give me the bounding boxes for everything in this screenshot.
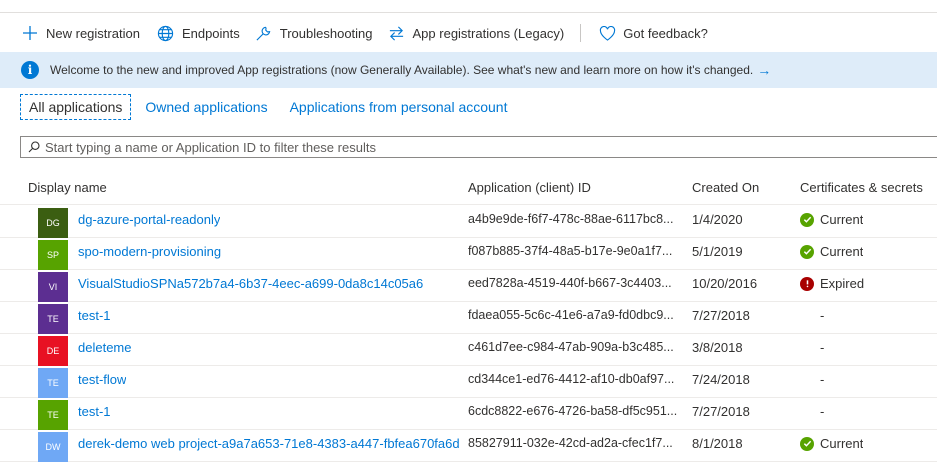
- filter-box: [20, 136, 937, 158]
- app-name-link[interactable]: derek-demo web project-a9a7a653-71e8-438…: [78, 436, 460, 451]
- new-registration-button[interactable]: New registration: [20, 16, 140, 50]
- cert-status-label: Current: [820, 212, 864, 227]
- app-name-link[interactable]: test-flow: [78, 372, 126, 387]
- app-avatar: SP: [38, 240, 68, 270]
- app-avatar: DG: [38, 208, 68, 238]
- app-client-id: cd344ce1-ed76-4412-af10-db0af97...: [468, 372, 675, 386]
- info-icon: i: [21, 61, 39, 79]
- column-certificates-secrets[interactable]: Certificates & secrets: [800, 180, 923, 195]
- table-row[interactable]: VI VisualStudioSPNa572b7a4-6b37-4eec-a699…: [0, 269, 937, 302]
- created-on-date: 1/4/2020: [692, 212, 743, 227]
- table-row[interactable]: TE test-1 fdaea055-5c6c-41e6-a7a9-fd0dbc9.…: [0, 301, 937, 334]
- cert-status-empty: -: [820, 308, 825, 323]
- table-row[interactable]: TE test-1 6cdc8822-e676-4726-ba58-df5c951.…: [0, 397, 937, 430]
- search-icon: [28, 141, 40, 153]
- created-on-date: 7/27/2018: [692, 404, 750, 419]
- app-tabs: All applications Owned applications Appl…: [20, 92, 521, 122]
- created-on-date: 5/1/2019: [692, 244, 743, 259]
- app-avatar: VI: [38, 272, 68, 302]
- app-name-link[interactable]: dg-azure-portal-readonly: [78, 212, 220, 227]
- checkmark-icon: [800, 244, 814, 259]
- app-client-id: f087b885-37f4-48a5-b17e-9e0a1f7...: [468, 244, 673, 258]
- app-name-link[interactable]: VisualStudioSPNa572b7a4-6b37-4eec-a699-0…: [78, 276, 423, 291]
- app-avatar: DW: [38, 432, 68, 462]
- created-on-date: 8/1/2018: [692, 436, 743, 451]
- cert-status: Current: [800, 244, 863, 259]
- column-display-name[interactable]: Display name: [28, 180, 107, 195]
- table-row[interactable]: SP spo-modern-provisioning f087b885-37f4-4…: [0, 237, 937, 270]
- endpoints-button[interactable]: Endpoints: [156, 16, 240, 50]
- table-row[interactable]: DW derek-demo web project-a9a7a653-71e8-4…: [0, 429, 937, 462]
- app-client-id: 6cdc8822-e676-4726-ba58-df5c951...: [468, 404, 678, 418]
- tab-all-applications[interactable]: All applications: [20, 94, 132, 120]
- cert-status-label: Current: [820, 436, 864, 451]
- wrench-icon: [254, 23, 274, 43]
- error-icon: [800, 276, 814, 291]
- cert-status-empty: -: [820, 340, 825, 355]
- legacy-registrations-button[interactable]: App registrations (Legacy): [387, 16, 565, 50]
- app-name-link[interactable]: deleteme: [78, 340, 131, 355]
- app-name-link[interactable]: test-1: [78, 308, 111, 323]
- banner-message: Welcome to the new and improved App regi…: [50, 63, 754, 77]
- globe-icon: [156, 23, 176, 43]
- new-registration-label: New registration: [46, 25, 140, 41]
- toolbar-separator: [580, 24, 582, 42]
- app-avatar: TE: [38, 400, 68, 430]
- tab-owned-applications[interactable]: Owned applications: [137, 95, 275, 119]
- tab-personal-account[interactable]: Applications from personal account: [282, 95, 516, 119]
- switch-arrows-icon: [387, 23, 407, 43]
- table-row[interactable]: TE test-flow cd344ce1-ed76-4412-af10-db0af…: [0, 365, 937, 398]
- cert-status-label: Expired: [820, 276, 865, 291]
- cert-status-empty: -: [820, 372, 825, 387]
- app-client-id: fdaea055-5c6c-41e6-a7a9-fd0dbc9...: [468, 308, 674, 322]
- cert-status: Current: [800, 436, 863, 451]
- app-name-link[interactable]: test-1: [78, 404, 111, 419]
- heart-icon: [597, 23, 617, 43]
- column-created-on[interactable]: Created On: [692, 180, 759, 195]
- app-client-id: a4b9e9de-f6f7-478c-88ae-6117bc8...: [468, 212, 674, 226]
- cert-status: Current: [800, 212, 863, 227]
- cert-status: Expired: [800, 276, 864, 291]
- feedback-button[interactable]: Got feedback?: [597, 16, 708, 50]
- created-on-date: 7/27/2018: [692, 308, 750, 323]
- endpoints-label: Endpoints: [181, 25, 240, 41]
- info-banner[interactable]: i Welcome to the new and improved App re…: [0, 52, 937, 88]
- filter-input[interactable]: [45, 139, 905, 155]
- arrow-right-icon: →: [757, 62, 772, 78]
- checkmark-icon: [800, 212, 814, 227]
- column-application-id[interactable]: Application (client) ID: [468, 180, 591, 195]
- created-on-date: 3/8/2018: [692, 340, 743, 355]
- table-header: Display name Application (client) ID Cre…: [0, 172, 937, 205]
- created-on-date: 10/20/2016: [692, 276, 758, 291]
- plus-icon: [20, 23, 40, 43]
- created-on-date: 7/24/2018: [692, 372, 750, 387]
- feedback-label: Got feedback?: [623, 25, 708, 41]
- app-avatar: TE: [38, 368, 68, 398]
- legacy-label: App registrations (Legacy): [412, 25, 565, 41]
- cert-status-label: Current: [820, 244, 864, 259]
- app-client-id: eed7828a-4519-440f-b667-3c4403...: [468, 276, 672, 290]
- app-client-id: c461d7ee-c984-47ab-909a-b3c485...: [468, 340, 674, 354]
- app-client-id: 85827911-032e-42cd-ad2a-cfec1f7...: [468, 436, 673, 450]
- top-divider: [0, 12, 937, 13]
- command-bar: New registration Endpoints Troubleshooti…: [0, 16, 937, 50]
- cert-status-empty: -: [820, 404, 825, 419]
- table-row[interactable]: DE deleteme c461d7ee-c984-47ab-909a-b3c485…: [0, 333, 937, 366]
- troubleshooting-button[interactable]: Troubleshooting: [254, 16, 373, 50]
- checkmark-icon: [800, 436, 814, 451]
- app-avatar: DE: [38, 336, 68, 366]
- troubleshooting-label: Troubleshooting: [279, 25, 373, 41]
- app-name-link[interactable]: spo-modern-provisioning: [78, 244, 221, 259]
- app-avatar: TE: [38, 304, 68, 334]
- table-row[interactable]: DG dg-azure-portal-readonly a4b9e9de-f6f7-…: [0, 205, 937, 238]
